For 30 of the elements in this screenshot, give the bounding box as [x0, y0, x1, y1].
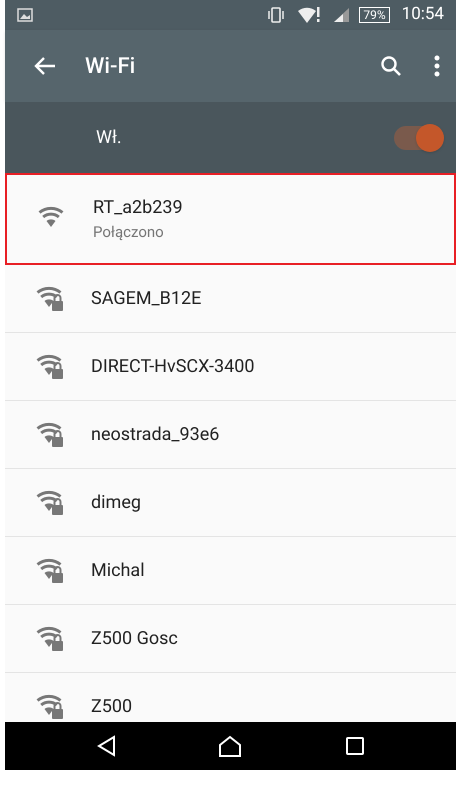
- network-name: RT_a2b239: [93, 196, 183, 220]
- network-item[interactable]: RT_a2b239 Połączono: [5, 173, 456, 265]
- network-item[interactable]: SAGEM_B12E: [5, 265, 456, 333]
- signal-icon: [333, 7, 352, 23]
- image-icon: [17, 8, 33, 22]
- network-name: Z500: [91, 695, 132, 719]
- battery-indicator: 79%: [359, 7, 390, 23]
- network-name: SAGEM_B12E: [91, 287, 202, 311]
- network-name: DIRECT-HvSCX-3400: [91, 355, 254, 379]
- network-status: Połączono: [93, 222, 165, 244]
- network-item[interactable]: DIRECT-HvSCX-3400: [5, 333, 456, 401]
- network-name: dimeg: [91, 491, 141, 515]
- switch-label: Wł.: [96, 126, 123, 150]
- back-arrow-icon: [34, 56, 56, 76]
- network-item[interactable]: neostrada_93e6: [5, 401, 456, 469]
- clock: 10:54: [402, 3, 444, 26]
- network-item[interactable]: Michal: [5, 537, 456, 605]
- network-name: neostrada_93e6: [91, 423, 220, 447]
- home-icon[interactable]: [218, 735, 242, 757]
- back-icon[interactable]: [96, 735, 116, 757]
- wifi-alert-icon: [297, 6, 322, 24]
- network-item[interactable]: dimeg: [5, 469, 456, 537]
- more-vertical-icon: [434, 55, 440, 77]
- network-name: Michal: [91, 559, 145, 583]
- network-name: Z500 Gosc: [91, 627, 178, 651]
- network-item[interactable]: Z500 Gosc: [5, 605, 456, 673]
- recents-icon[interactable]: [344, 736, 365, 756]
- toolbar-title: Wi-Fi: [85, 52, 136, 80]
- vibrate-icon: [267, 7, 286, 23]
- search-icon: [380, 55, 402, 77]
